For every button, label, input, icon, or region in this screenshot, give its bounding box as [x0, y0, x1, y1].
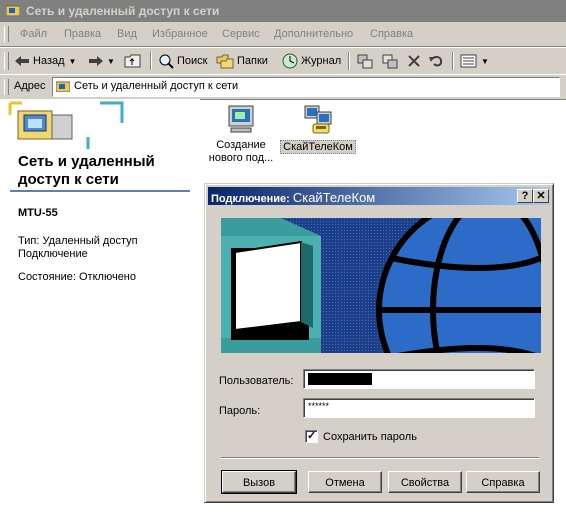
menu-favorites[interactable]: Избранное: [152, 28, 208, 40]
move-to-button[interactable]: [356, 51, 377, 71]
window-title-bar[interactable]: Сеть и удаленный доступ к сети: [0, 0, 566, 22]
menu-help[interactable]: Справка: [370, 28, 413, 40]
dialup-banner-image: [221, 218, 541, 353]
undo-icon: [429, 55, 443, 67]
dialog-divider: [221, 457, 539, 459]
left-info-panel: Сеть и удаленный доступ к сети MTU-55 Ти…: [0, 99, 200, 516]
folders-label: Папки: [237, 55, 268, 67]
back-dropdown-icon[interactable]: ▼: [69, 57, 77, 66]
search-icon: [159, 54, 174, 69]
dialog-title-bar[interactable]: Подключение: СкайТелеКом ? ✕: [208, 187, 550, 205]
skaytelecom-item[interactable]: СкайТелеКом: [280, 104, 356, 154]
forward-arrow-icon: [89, 56, 103, 66]
checkmark-icon: ✓: [307, 430, 317, 442]
menu-view[interactable]: Вид: [117, 28, 137, 40]
search-label: Поиск: [177, 55, 208, 67]
help-caption-button[interactable]: ?: [517, 189, 533, 203]
delete-x-icon: [408, 55, 420, 67]
address-grip[interactable]: [4, 79, 9, 95]
window-title: Сеть и удаленный доступ к сети: [26, 4, 220, 18]
dialog-title-name: СкайТелеКом: [292, 190, 376, 205]
folders-icon: [216, 54, 234, 69]
views-dropdown-icon[interactable]: ▼: [481, 57, 489, 66]
views-icon: [460, 54, 477, 68]
search-button[interactable]: Поиск: [158, 51, 207, 71]
copy-to-button[interactable]: [381, 51, 402, 71]
up-folder-button[interactable]: [124, 51, 145, 71]
address-input[interactable]: Сеть и удаленный доступ к сети: [52, 77, 560, 97]
username-input[interactable]: [303, 369, 535, 389]
new-connection-icon: [228, 105, 254, 133]
dialup-connection-icon: [304, 105, 332, 134]
toolbar-separator: [348, 52, 350, 70]
help-button[interactable]: Справка: [466, 471, 540, 493]
password-input[interactable]: ******: [303, 398, 535, 418]
cancel-button[interactable]: Отмена: [308, 471, 382, 493]
redacted-username: [308, 373, 372, 385]
address-value: Сеть и удаленный доступ к сети: [74, 80, 239, 92]
menu-tools[interactable]: Сервис: [222, 28, 260, 40]
user-label: Пользователь:: [219, 375, 294, 387]
title-divider: [10, 190, 190, 192]
menu-advanced[interactable]: Дополнительно: [274, 28, 353, 40]
address-bar: Адрес Сеть и удаленный доступ к сети: [0, 74, 566, 100]
menu-edit[interactable]: Правка: [64, 28, 101, 40]
globe-computer-graphic: [221, 218, 541, 353]
network-connections-icon: [8, 101, 124, 149]
forward-button[interactable]: ▼: [88, 51, 115, 71]
delete-button[interactable]: [406, 51, 425, 71]
dial-button[interactable]: Вызов: [221, 470, 297, 494]
new-connection-item[interactable]: Создание нового под...: [204, 104, 278, 165]
up-folder-icon: [124, 54, 141, 68]
save-password-label[interactable]: Сохранить пароль: [323, 431, 417, 443]
history-button[interactable]: Журнал: [282, 51, 341, 71]
forward-dropdown-icon[interactable]: ▼: [107, 57, 115, 66]
password-label: Пароль:: [219, 405, 261, 417]
skaytelecom-label: СкайТелеКом: [280, 140, 356, 154]
save-password-checkbox[interactable]: ✓: [305, 430, 318, 443]
folders-button[interactable]: Папки: [216, 51, 268, 71]
connect-dialog: Подключение: СкайТелеКом ? ✕ Пользовател…: [204, 183, 554, 503]
network-folder-icon: [56, 81, 70, 92]
toolbar-separator: [150, 52, 152, 70]
panel-title: Сеть и удаленный доступ к сети: [18, 153, 155, 188]
close-caption-button[interactable]: ✕: [533, 189, 549, 203]
undo-button[interactable]: [428, 51, 447, 71]
password-value: ******: [308, 401, 330, 411]
dialog-title-prefix: Подключение:: [211, 193, 290, 205]
menu-bar: Файл Правка Вид Избранное Сервис Дополни…: [0, 22, 566, 47]
properties-button[interactable]: Свойства: [388, 471, 462, 493]
views-button[interactable]: ▼: [460, 51, 489, 71]
back-arrow-icon: [15, 56, 29, 66]
back-label: Назад: [33, 55, 65, 67]
back-button[interactable]: Назад ▼: [14, 51, 76, 71]
connection-status: Состояние: Отключено: [18, 271, 136, 283]
move-to-icon: [357, 54, 373, 69]
toolbar: Назад ▼ ▼ Поиск Папки Журнал ▼: [0, 47, 566, 75]
menu-file[interactable]: Файл: [20, 28, 47, 40]
network-folder-icon: [6, 5, 20, 16]
connection-name: MTU-55: [18, 207, 58, 219]
new-connection-label: Создание нового под...: [208, 139, 274, 164]
history-clock-icon: [282, 53, 298, 69]
copy-to-icon: [382, 54, 398, 69]
history-label: Журнал: [301, 55, 342, 67]
connection-type: Тип: Удаленный доступ Подключение: [18, 235, 138, 260]
toolbar-separator: [452, 52, 454, 70]
address-label: Адрес: [14, 80, 46, 92]
menu-grip[interactable]: [4, 26, 9, 42]
toolbar-grip[interactable]: [4, 52, 9, 70]
